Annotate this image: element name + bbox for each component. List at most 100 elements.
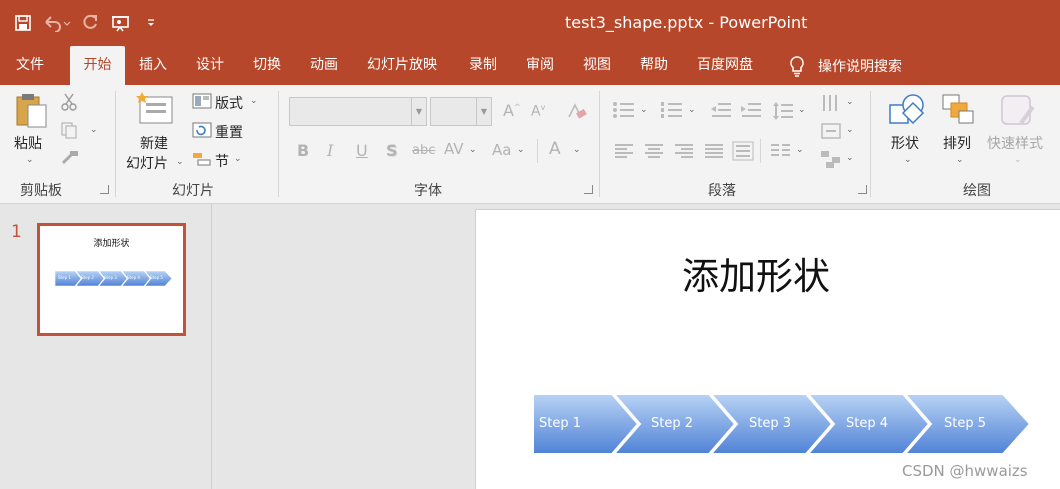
tab-transitions[interactable]: 切换: [253, 46, 281, 85]
character-spacing-button[interactable]: AV: [444, 140, 464, 158]
align-left-icon[interactable]: [614, 143, 634, 159]
clipboard-launcher-icon[interactable]: [100, 185, 109, 194]
quick-styles-icon[interactable]: [999, 93, 1037, 129]
new-slide-icon[interactable]: [136, 91, 176, 127]
new-slide-dropdown-icon[interactable]: ⌄: [176, 157, 184, 167]
slides-group-label: 幻灯片: [172, 183, 214, 199]
new-slide-line1[interactable]: 新建: [140, 133, 168, 153]
section-icon[interactable]: [192, 151, 212, 167]
paste-button[interactable]: 粘贴: [14, 133, 42, 153]
layout-button[interactable]: 版式: [215, 93, 243, 113]
new-slide-line2[interactable]: 幻灯片: [126, 153, 168, 173]
tab-view[interactable]: 视图: [583, 46, 611, 85]
smartart-dropdown-icon[interactable]: ⌄: [846, 153, 854, 163]
smartart-convert-icon[interactable]: [820, 149, 842, 169]
change-case-dropdown-icon[interactable]: ⌄: [517, 145, 525, 155]
present-icon[interactable]: [108, 10, 134, 36]
tab-review[interactable]: 审阅: [526, 46, 554, 85]
step-label: Step 5: [944, 416, 987, 431]
quick-styles-dropdown-icon[interactable]: ⌄: [1014, 155, 1022, 165]
change-case-button[interactable]: Aa: [492, 141, 511, 159]
font-size-combobox[interactable]: ▼: [430, 97, 492, 126]
font-launcher-icon[interactable]: [584, 185, 593, 194]
columns-dropdown-icon[interactable]: ⌄: [796, 145, 804, 155]
watermark: CSDN @hwwaizs: [902, 462, 1028, 480]
thumb-step-label: Step 3: [104, 275, 117, 280]
divider: [537, 139, 538, 163]
clipboard-group-label: 剪贴板: [20, 183, 62, 199]
tab-file[interactable]: 文件: [16, 46, 44, 85]
tab-home[interactable]: 开始: [70, 46, 125, 85]
character-spacing-dropdown-icon[interactable]: ⌄: [469, 145, 477, 155]
layout-dropdown-icon[interactable]: ⌄: [250, 96, 258, 106]
slide-thumbnail-1[interactable]: 添加形状 Step 1 Step 2 Step 3 Step 4 Step 5: [37, 223, 186, 336]
align-right-icon[interactable]: [674, 143, 694, 159]
decrease-font-size-icon[interactable]: Av: [531, 103, 545, 120]
font-group: ▼ ▼ A^ Av B I U S abc AV ⌄ Aa ⌄ A ⌄ 字体: [279, 85, 599, 199]
justify-icon[interactable]: [704, 143, 724, 159]
paragraph-launcher-icon[interactable]: [858, 185, 867, 194]
bold-button[interactable]: B: [297, 141, 309, 160]
text-direction-dropdown-icon[interactable]: ⌄: [846, 97, 854, 107]
align-text-dropdown-icon[interactable]: ⌄: [846, 125, 854, 135]
reset-icon[interactable]: [192, 122, 212, 138]
reset-button[interactable]: 重置: [215, 122, 243, 142]
arrange-icon[interactable]: [941, 93, 977, 127]
tab-slideshow[interactable]: 幻灯片放映: [367, 46, 437, 85]
customize-icon[interactable]: [138, 10, 164, 36]
arrange-dropdown-icon[interactable]: ⌄: [956, 155, 964, 165]
tab-insert[interactable]: 插入: [139, 46, 167, 85]
save-icon[interactable]: [10, 10, 36, 36]
quick-styles-button[interactable]: 快速样式: [987, 133, 1043, 153]
redo-icon[interactable]: [78, 10, 104, 36]
numbering-icon[interactable]: [660, 101, 684, 119]
copy-dropdown-icon[interactable]: ⌄: [90, 125, 98, 135]
paste-icon[interactable]: [14, 91, 50, 129]
quick-access-toolbar: [10, 10, 164, 36]
undo-icon[interactable]: [40, 10, 74, 36]
section-dropdown-icon[interactable]: ⌄: [234, 154, 242, 164]
line-spacing-icon[interactable]: [772, 101, 794, 121]
slide-title[interactable]: 添加形状: [476, 246, 1036, 300]
text-direction-icon[interactable]: [820, 93, 842, 113]
increase-font-size-icon[interactable]: A^: [503, 101, 521, 120]
tab-design[interactable]: 设计: [196, 46, 224, 85]
section-button[interactable]: 节: [215, 151, 229, 171]
cut-icon[interactable]: [60, 93, 78, 111]
tab-record[interactable]: 录制: [469, 46, 497, 85]
increase-indent-icon[interactable]: [740, 101, 762, 119]
align-text-icon[interactable]: [820, 121, 842, 141]
strikethrough-button[interactable]: abc: [412, 143, 435, 158]
clear-formatting-icon[interactable]: [565, 101, 587, 121]
shapes-icon[interactable]: [887, 91, 927, 129]
font-size-dropdown-icon[interactable]: ▼: [476, 98, 491, 125]
decrease-indent-icon[interactable]: [710, 101, 732, 119]
tab-baidu-netdisk[interactable]: 百度网盘: [697, 46, 753, 85]
layout-icon[interactable]: [192, 93, 212, 109]
paragraph-group-label: 段落: [708, 183, 736, 199]
underline-button[interactable]: U: [356, 141, 368, 160]
paste-dropdown-icon[interactable]: ⌄: [26, 155, 34, 165]
shapes-dropdown-icon[interactable]: ⌄: [904, 155, 912, 165]
tab-animations[interactable]: 动画: [310, 46, 338, 85]
arrange-button[interactable]: 排列: [943, 133, 971, 153]
paragraph-group: ⌄ ⌄ ⌄ ⌄ ⌄ ⌄ ⌄ 段落: [600, 85, 870, 199]
distributed-icon[interactable]: [732, 141, 754, 161]
columns-icon[interactable]: [770, 143, 792, 159]
copy-icon[interactable]: [60, 121, 80, 139]
text-shadow-button[interactable]: S: [386, 141, 398, 160]
format-painter-icon[interactable]: [60, 149, 80, 167]
bullets-dropdown-icon[interactable]: ⌄: [640, 105, 648, 115]
numbering-dropdown-icon[interactable]: ⌄: [688, 105, 696, 115]
align-center-icon[interactable]: [644, 143, 664, 159]
line-spacing-dropdown-icon[interactable]: ⌄: [798, 105, 806, 115]
tab-help[interactable]: 帮助: [640, 46, 668, 85]
shapes-button[interactable]: 形状: [891, 133, 919, 153]
tell-me-search[interactable]: 操作说明搜索: [788, 46, 902, 85]
font-name-dropdown-icon[interactable]: ▼: [411, 98, 426, 125]
font-color-dropdown-icon[interactable]: ⌄: [573, 145, 581, 155]
font-color-button[interactable]: A: [549, 139, 561, 159]
font-name-combobox[interactable]: ▼: [289, 97, 427, 126]
italic-button[interactable]: I: [327, 141, 333, 160]
bullets-icon[interactable]: [612, 101, 636, 119]
